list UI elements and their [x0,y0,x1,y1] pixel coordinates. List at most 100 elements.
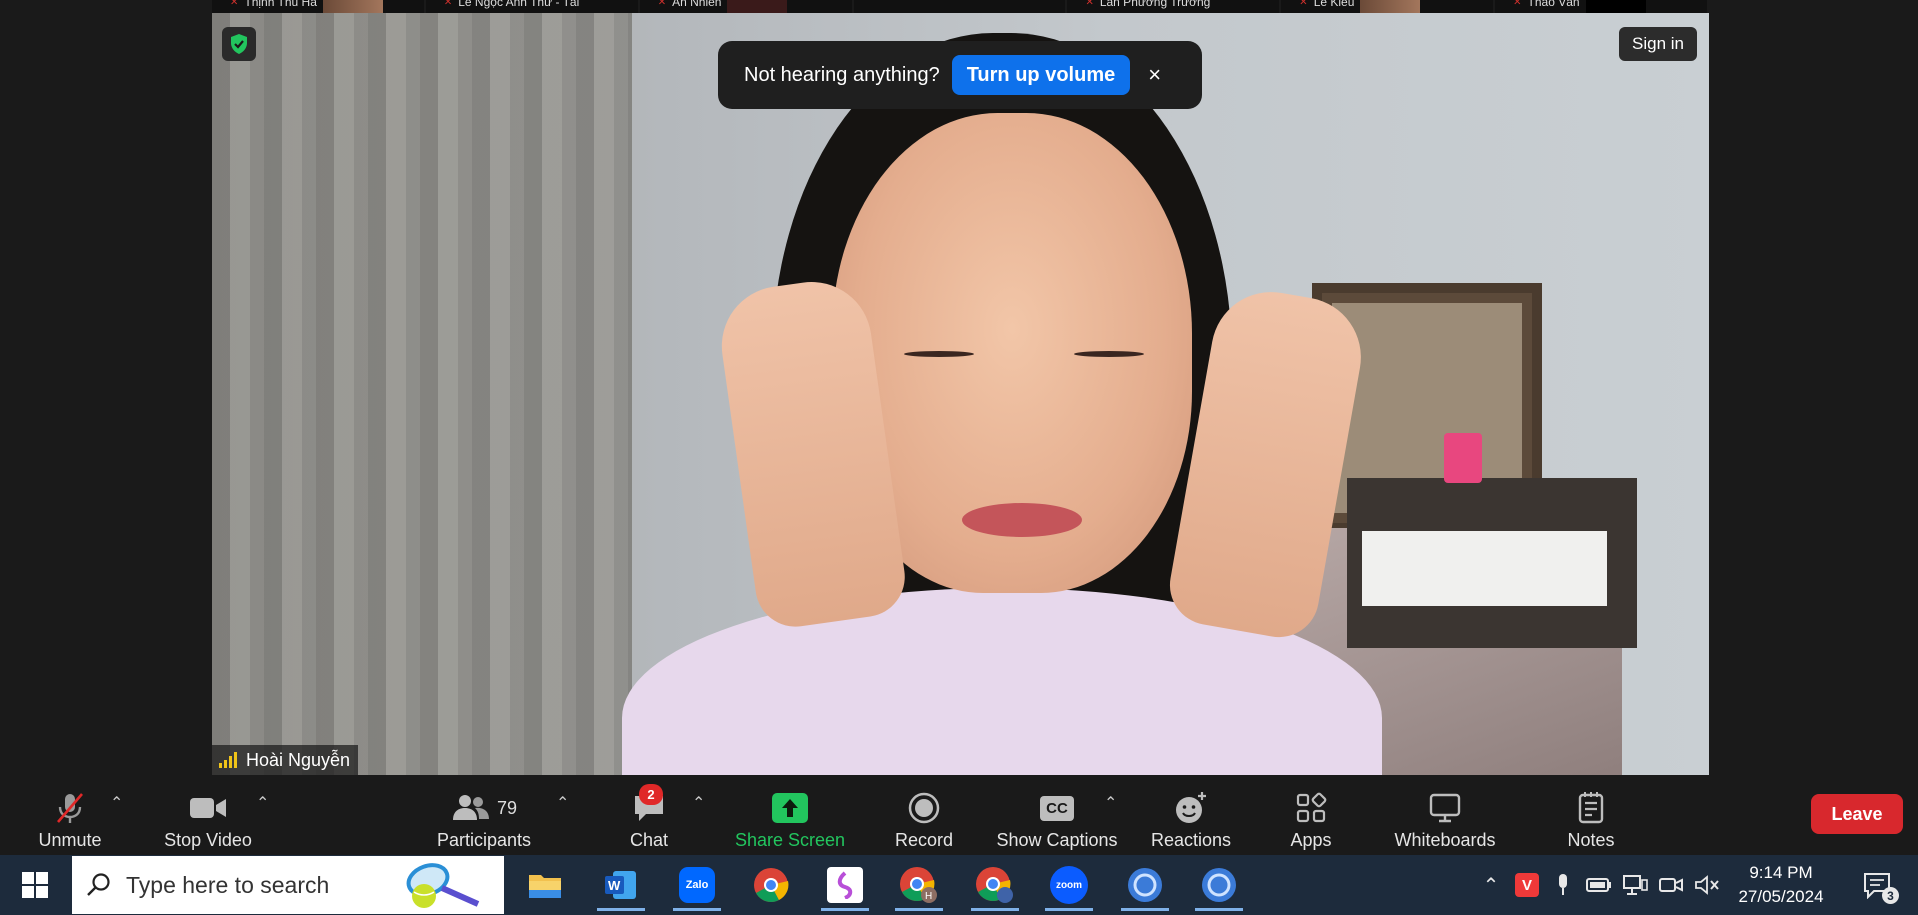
taskbar-search-box[interactable]: Type here to search [72,856,504,914]
main-video[interactable]: Sign in Not hearing anything? Turn up vo… [212,13,1709,775]
stop-video-label: Stop Video [164,830,252,850]
apps-button[interactable]: Apps [1288,781,1334,851]
participants-count: 79 [496,797,518,818]
file-explorer-icon[interactable] [510,859,580,911]
zalo-label: Zalo [679,867,715,903]
film-tile[interactable]: ✕ Lê Ngọc Anh Thư - Tài [426,0,640,13]
windows-taskbar: Type here to search W Zalo H zoom ⌃ V 9:… [0,855,1918,915]
show-captions-label: Show Captions [996,830,1118,850]
chrome-profile-h-icon[interactable]: H [884,859,954,911]
film-tile[interactable]: ✕ Lan Phương Trương [1067,0,1282,13]
vivaldi-tray-icon[interactable]: V [1512,855,1542,915]
video-participant [542,33,1442,775]
film-tile[interactable]: ✕ Thịnh Thu Hà [212,0,426,13]
turn-up-volume-button[interactable]: Turn up volume [951,55,1131,95]
participants-button[interactable]: 79 Participants [434,781,534,851]
stop-video-button[interactable]: Stop Video [160,781,256,851]
leave-button[interactable]: Leave [1811,794,1903,834]
record-button[interactable]: Record [890,781,958,851]
windows-start-icon[interactable] [0,855,70,915]
film-tile-name: Lê Kiều [1313,0,1355,9]
whiteboards-label: Whiteboards [1394,830,1496,850]
clock-date: 27/05/2024 [1738,887,1824,906]
unmute-label: Unmute [38,830,102,850]
chat-label: Chat [629,830,669,850]
muted-mic-icon: ✕ [1513,0,1522,8]
browser-window-icon[interactable] [1184,859,1254,911]
camera-tray-icon[interactable] [1656,855,1686,915]
chat-unread-badge: 2 [639,784,663,805]
search-icon [87,873,110,896]
clock-time: 9:14 PM [1749,863,1813,882]
show-hidden-icons-chevron-up-icon[interactable]: ⌃ [1476,855,1506,915]
speaker-muted-icon[interactable] [1692,855,1722,915]
audio-notice-text: Not hearing anything? [744,63,940,86]
video-lips [962,503,1082,537]
film-tile-name: Thảo Vân [1527,0,1580,9]
sign-in-button[interactable]: Sign in [1619,27,1697,61]
muted-mic-icon: ✕ [657,0,667,8]
audio-options-chevron-up-icon[interactable]: ⌃ [110,793,123,813]
chrome-icon[interactable] [736,859,806,911]
muted-microphone-icon [52,788,88,828]
participant-name: Hoài Nguyễn [246,749,351,770]
tennis-racket-icon [406,863,480,908]
whiteboards-button[interactable]: Whiteboards [1390,781,1500,851]
film-tile[interactable]: ✕ Lê Kiều [1281,0,1496,13]
cc-text: CC [1040,795,1074,821]
muted-mic-icon: ✕ [230,0,239,8]
participant-filmstrip: ✕ Thịnh Thu Hà ✕ Lê Ngọc Anh Thư - Tài ✕ An… [212,0,1709,13]
zalo-icon[interactable]: Zalo [662,859,732,911]
video-eye [1074,351,1144,357]
film-tile-name: Lê Ngọc Anh Thư - Tài [458,0,580,9]
participants-options-chevron-up-icon[interactable]: ⌃ [556,793,569,813]
participants-icon: 79 [451,788,517,828]
zoom-icon[interactable]: zoom [1034,859,1104,911]
signal-strength-icon [219,752,237,768]
video-candle [1444,433,1482,483]
chrome-profile-photo-icon[interactable] [960,859,1030,911]
notification-count-badge: 3 [1882,887,1899,904]
reactions-label: Reactions [1150,830,1232,850]
security-shield-icon[interactable] [222,27,256,61]
zoom-label: zoom [1050,866,1088,904]
notes-button[interactable]: Notes [1564,781,1618,851]
browser-window-icon[interactable] [1110,859,1180,911]
apps-icon [1295,788,1327,828]
word-icon[interactable]: W [586,859,656,911]
notifications-button[interactable]: 3 [1852,855,1902,915]
video-options-chevron-up-icon[interactable]: ⌃ [256,793,269,813]
film-tile-thumb [727,0,788,13]
battery-tray-icon[interactable] [1584,855,1614,915]
share-screen-icon [772,788,808,828]
film-tile-thumb [322,0,383,13]
audio-notice: Not hearing anything? Turn up volume × [718,41,1202,109]
notes-icon [1577,788,1605,828]
captions-options-chevron-up-icon[interactable]: ⌃ [1104,793,1117,813]
film-tile-name: Thịnh Thu Hà [244,0,317,9]
share-screen-button[interactable]: Share Screen [732,781,848,851]
chat-button[interactable]: 2 Chat [620,781,678,851]
system-clock[interactable]: 9:14 PM 27/05/2024 [1726,861,1836,909]
svg-text:H: H [925,891,932,902]
muted-mic-icon: ✕ [1085,0,1094,8]
film-tile-name: An Nhiên [672,0,722,9]
network-tray-icon[interactable] [1620,855,1650,915]
film-tile[interactable] [854,0,1068,13]
film-tile[interactable]: ✕ Thảo Vân [1495,0,1709,13]
search-placeholder: Type here to search [126,871,330,898]
microphone-tray-icon[interactable] [1548,855,1578,915]
chat-options-chevron-up-icon[interactable]: ⌃ [692,793,705,813]
show-captions-button[interactable]: CC Show Captions [994,781,1120,851]
unmute-button[interactable]: Unmute [28,781,112,851]
participants-label: Participants [436,830,532,850]
muted-mic-icon: ✕ [443,0,453,8]
close-icon[interactable]: × [1148,62,1161,88]
film-tile[interactable]: ✕ An Nhiên [640,0,854,13]
reactions-button[interactable]: Reactions [1150,781,1232,851]
film-tile-thumb [1360,0,1421,13]
film-tile-thumb [1585,0,1646,13]
apps-label: Apps [1290,830,1332,850]
design-app-icon[interactable] [810,859,880,911]
share-screen-label: Share Screen [734,830,846,850]
